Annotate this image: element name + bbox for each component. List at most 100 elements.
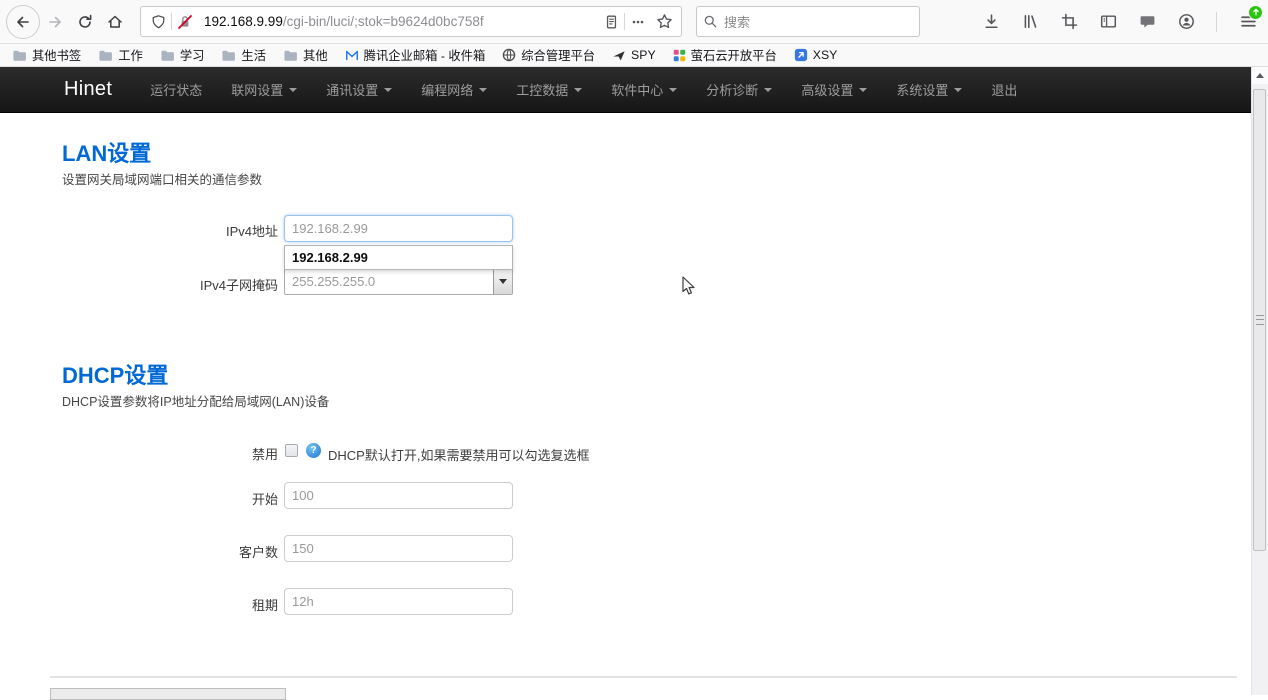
account-icon[interactable] (1177, 13, 1195, 31)
menu-item-advanced-settings[interactable]: 高级设置 (801, 80, 867, 99)
dhcp-limit-label: 客户数 (40, 542, 278, 561)
bookmark-xsy[interactable]: XSY (794, 48, 838, 62)
menu-item-software-center[interactable]: 软件中心 (611, 80, 677, 99)
select-dropdown-button[interactable] (493, 269, 512, 294)
bookmark-folder-work[interactable]: 工作 (98, 46, 143, 64)
bookmark-mgmt-platform[interactable]: 综合管理平台 (502, 46, 595, 64)
autocomplete-dropdown: 192.168.2.99 (284, 245, 513, 270)
brand-logo[interactable]: Hinet (64, 78, 112, 101)
chevron-down-icon (954, 88, 962, 92)
site-navbar: Hinet 运行状态 联网设置 通讯设置 编程网络 工控数据 软件中心 分析诊断… (0, 67, 1251, 113)
chevron-down-icon (859, 88, 867, 92)
bookmark-folder-life[interactable]: 生活 (221, 46, 266, 64)
scrollbar-grip-icon (1256, 315, 1264, 325)
dhcp-lease-label: 租期 (40, 595, 278, 614)
help-icon[interactable]: ? (306, 443, 321, 458)
menu-item-comm-settings[interactable]: 通讯设置 (326, 80, 392, 99)
back-icon (15, 14, 31, 30)
ipv4-address-field[interactable] (284, 215, 513, 242)
dhcp-section-subtitle: DHCP设置参数将IP地址分配给局域网(LAN)设备 (62, 391, 329, 410)
arrow-square-icon (794, 48, 808, 62)
menu-item-industrial-data[interactable]: 工控数据 (516, 80, 582, 99)
globe-icon (502, 48, 516, 62)
section-divider (50, 676, 1237, 678)
reader-mode-icon[interactable] (598, 8, 624, 36)
menu-button[interactable] (1238, 12, 1258, 32)
mouse-cursor (682, 276, 697, 297)
autocomplete-suggestion[interactable]: 192.168.2.99 (285, 246, 512, 269)
folder-icon (12, 49, 27, 62)
chevron-down-icon (499, 279, 507, 284)
forward-icon (47, 14, 63, 30)
screenshot-icon[interactable] (1060, 13, 1078, 31)
ipv4-netmask-label: IPv4子网掩码 (40, 275, 278, 294)
partial-section-box (50, 688, 286, 700)
chevron-down-icon (289, 88, 297, 92)
menu-item-system-settings[interactable]: 系统设置 (896, 80, 962, 99)
toolbar-actions (982, 12, 1258, 32)
reload-button[interactable] (70, 7, 100, 37)
ipv4-netmask-select[interactable]: 255.255.255.0 (284, 268, 513, 295)
home-icon (107, 14, 123, 30)
chevron-down-icon (574, 88, 582, 92)
dhcp-disable-label: 禁用 (40, 444, 278, 463)
menu-item-logout[interactable]: 退出 (991, 80, 1017, 99)
forward-button[interactable] (40, 7, 70, 37)
url-host: 192.168.9.99 (204, 14, 283, 29)
menu-item-diagnostics[interactable]: 分析诊断 (706, 80, 772, 99)
netmask-selected-value: 255.255.255.0 (285, 274, 493, 289)
download-icon[interactable] (982, 13, 1000, 31)
bookmark-ezviz-platform[interactable]: 萤石云开放平台 (673, 46, 777, 64)
menu-item-network-settings[interactable]: 联网设置 (231, 80, 297, 99)
chevron-up-icon (1256, 73, 1264, 78)
url-bar[interactable]: 192.168.9.99/cgi-bin/luci/;stok=b9624d0b… (140, 6, 682, 37)
home-button[interactable] (100, 7, 130, 37)
menu-item-programming-network[interactable]: 编程网络 (421, 80, 487, 99)
dhcp-lease-field[interactable] (284, 588, 513, 615)
bookmark-folder-other-bookmarks[interactable]: 其他书签 (12, 46, 81, 64)
chevron-down-icon (479, 88, 487, 92)
bookmark-spy[interactable]: SPY (612, 48, 656, 62)
toolbar-separator (1216, 12, 1217, 32)
folder-icon (160, 49, 175, 62)
folder-icon (283, 49, 298, 62)
bookmarks-bar: 其他书签 工作 学习 生活 其他 腾讯企业邮箱 - 收件箱 综合管理平台 SPY… (0, 44, 1268, 67)
dhcp-section-title: DHCP设置 (62, 358, 168, 390)
menu-item-status[interactable]: 运行状态 (150, 80, 202, 99)
page-scrollbar[interactable] (1251, 67, 1268, 695)
url-path: /cgi-bin/luci/;stok=b9624d0bc758f (283, 14, 484, 29)
main-menu: 运行状态 联网设置 通讯设置 编程网络 工控数据 软件中心 分析诊断 高级设置 … (150, 80, 1017, 99)
plane-icon (612, 49, 626, 62)
bookmark-folder-study[interactable]: 学习 (160, 46, 205, 64)
insecure-lock-icon[interactable] (172, 8, 198, 36)
reload-icon (77, 14, 93, 30)
scrollbar-thumb[interactable] (1253, 89, 1266, 551)
search-icon (703, 14, 718, 29)
update-badge-icon (1248, 5, 1263, 20)
colored-dots-icon (673, 49, 686, 62)
back-button[interactable] (6, 5, 40, 39)
lan-section-subtitle: 设置网关局域网端口相关的通信参数 (62, 169, 262, 188)
shield-icon[interactable] (145, 8, 171, 36)
lan-section-title: LAN设置 (62, 136, 151, 168)
bookmark-tencent-mail[interactable]: 腾讯企业邮箱 - 收件箱 (345, 46, 486, 64)
url-text[interactable]: 192.168.9.99/cgi-bin/luci/;stok=b9624d0b… (198, 14, 598, 29)
page-actions-icon[interactable] (625, 8, 651, 36)
ipv4-address-label: IPv4地址 (40, 221, 278, 240)
bookmark-star-icon[interactable] (651, 8, 677, 36)
dhcp-disable-hint: DHCP默认打开,如果需要禁用可以勾选复选框 (328, 445, 589, 464)
bookmark-folder-misc[interactable]: 其他 (283, 46, 328, 64)
chat-icon[interactable] (1138, 13, 1156, 31)
library-icon[interactable] (1021, 13, 1039, 31)
search-input[interactable]: 搜索 (696, 6, 920, 37)
chevron-down-icon (384, 88, 392, 92)
scrollbar-up-button[interactable] (1252, 67, 1268, 84)
tencent-mail-icon (345, 49, 359, 62)
chevron-down-icon (669, 88, 677, 92)
sidebar-icon[interactable] (1099, 13, 1117, 31)
dhcp-start-field[interactable] (284, 482, 513, 509)
dhcp-disable-checkbox[interactable] (285, 444, 298, 457)
dhcp-limit-field[interactable] (284, 535, 513, 562)
browser-toolbar: 192.168.9.99/cgi-bin/luci/;stok=b9624d0b… (0, 0, 1268, 44)
chevron-down-icon (764, 88, 772, 92)
